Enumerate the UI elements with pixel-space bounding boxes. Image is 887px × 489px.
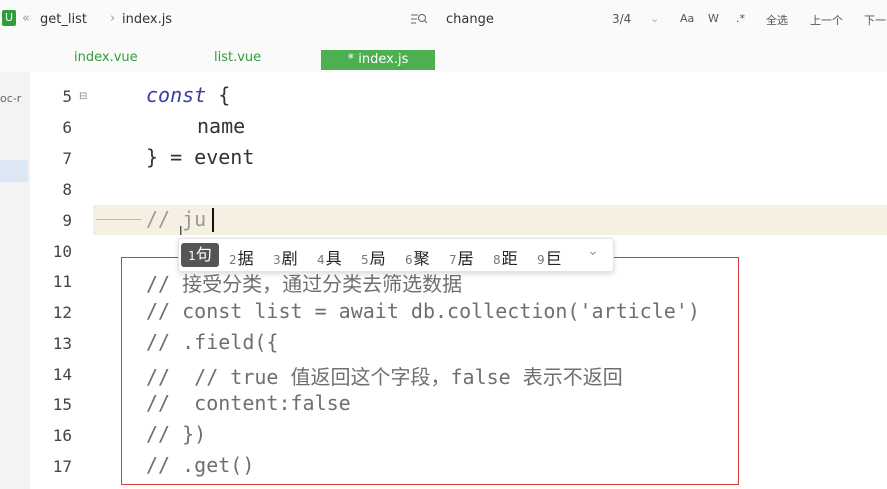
chevron-right-icon: › (110, 11, 116, 26)
tab-index-js[interactable]: * index.js (321, 50, 435, 70)
find-match-count: 3/4 (612, 12, 632, 26)
regex-button[interactable]: .* (736, 12, 745, 25)
line-number: 11 (52, 272, 72, 291)
tab-list-vue[interactable]: list.vue (214, 50, 261, 65)
explorer-item-label[interactable]: oc-r (0, 92, 21, 105)
ime-candidate-6[interactable]: 6聚 (405, 245, 430, 269)
whole-word-button[interactable]: W (708, 12, 719, 25)
project-icon: U (2, 10, 16, 26)
file-explorer-panel (0, 72, 30, 489)
code-brace: { (206, 83, 231, 107)
top-bar: U « get_list › index.js change 3/4 ⌄ Aa … (0, 0, 887, 41)
fold-icon[interactable]: ⊟ (79, 91, 87, 102)
line-number: 12 (52, 303, 72, 322)
chevron-down-icon[interactable]: ⌄ (587, 243, 599, 259)
ime-candidate-7[interactable]: 7居 (449, 245, 474, 269)
ime-candidate-4[interactable]: 4具 (317, 245, 342, 269)
ime-candidate-8[interactable]: 8距 (493, 245, 518, 269)
annotation-highlight-box (121, 257, 739, 485)
explorer-selected-item[interactable] (0, 160, 28, 182)
line-number: 10 (52, 242, 72, 261)
collapse-icon[interactable]: « (22, 11, 30, 26)
code-line-9[interactable]: // ju (146, 207, 206, 231)
line-number: 9 (62, 211, 72, 230)
ime-candidate-9[interactable]: 9巨 (537, 245, 562, 269)
ime-candidate-5[interactable]: 5局 (361, 245, 386, 269)
indent-guide (96, 219, 142, 220)
line-number: 8 (62, 180, 72, 199)
code-line-6[interactable]: name (197, 114, 245, 138)
next-match-button[interactable]: 下一 (864, 12, 886, 28)
ime-candidate-3[interactable]: 3剧 (273, 245, 298, 269)
breadcrumb-folder[interactable]: get_list (40, 12, 87, 27)
match-case-button[interactable]: Aa (680, 12, 694, 25)
select-all-button[interactable]: 全选 (766, 12, 788, 28)
line-number: 6 (62, 118, 72, 137)
ime-candidate-1[interactable]: 1句 (181, 243, 219, 267)
ime-candidate-popup: 1句 2据 3剧 4具 5局 6聚 7居 8距 9巨 ⌄ (178, 238, 614, 272)
line-number: 5 (62, 87, 72, 106)
line-number: 16 (52, 426, 72, 445)
line-number: 7 (62, 149, 72, 168)
find-input[interactable]: change (446, 12, 494, 27)
ime-candidate-2[interactable]: 2据 (229, 245, 254, 269)
line-number: 17 (52, 457, 72, 476)
editor-tab-bar: index.vue list.vue (0, 40, 887, 72)
previous-match-button[interactable]: 上一个 (810, 12, 843, 28)
code-line-7[interactable]: } = event (146, 145, 254, 169)
line-number: 14 (52, 365, 72, 384)
text-cursor (212, 208, 214, 232)
breadcrumb-file[interactable]: index.js (122, 12, 172, 27)
chevron-down-icon[interactable]: ⌄ (650, 12, 659, 25)
ibeam-cursor-icon: I (179, 224, 183, 238)
code-line-5[interactable]: const { (146, 83, 230, 107)
line-number: 13 (52, 334, 72, 353)
line-number: 15 (52, 395, 72, 414)
search-icon (410, 12, 428, 26)
keyword-const: const (146, 83, 207, 107)
tab-index-vue[interactable]: index.vue (74, 50, 138, 65)
